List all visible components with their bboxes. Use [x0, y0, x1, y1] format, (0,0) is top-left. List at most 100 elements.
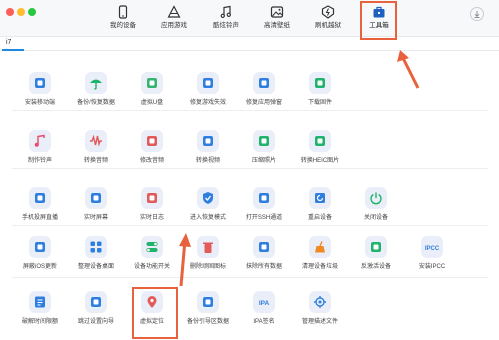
tool-gamepad-repair[interactable]: 修复游戏失效	[180, 72, 236, 120]
tool-video-convert[interactable]: 转换视频	[180, 130, 236, 178]
apps-icon	[167, 5, 181, 18]
tool-audio-edit[interactable]: 修改音频	[124, 130, 180, 178]
tool-boot-backup[interactable]: 备份引导区数据	[180, 291, 236, 339]
erase-icon	[259, 242, 269, 252]
tool-broom[interactable]: 清理设备垃圾	[292, 236, 348, 284]
tab-divider	[0, 50, 499, 51]
app-repair-icon	[259, 78, 269, 88]
tool-clock[interactable]: 破解时间限额	[12, 291, 68, 339]
svg-text:IPCC: IPCC	[425, 246, 439, 252]
tool-deactivate[interactable]: 反激活设备	[348, 236, 404, 284]
trash-icon-tile	[197, 236, 219, 258]
tool-audio-wave[interactable]: 转换音频	[68, 130, 124, 178]
trash-icon	[203, 242, 213, 253]
tool-erase[interactable]: 抹除所有数据	[236, 236, 292, 284]
active-tab-indicator	[2, 49, 24, 51]
nav-apps-games[interactable]: 应用游戏	[148, 0, 200, 37]
nav-wallpapers[interactable]: 高清壁纸	[251, 0, 303, 37]
terminal-icon	[259, 193, 269, 203]
audio-wave-icon	[90, 134, 102, 147]
ipcc-icon: IPCC	[425, 246, 439, 252]
toggle-icon	[146, 242, 158, 252]
tool-ringtone[interactable]: 制作铃声	[12, 130, 68, 178]
compress-photo-icon-tile	[253, 130, 275, 152]
nav-label: 酷炫铃声	[213, 22, 239, 29]
nav-flash-jailbreak[interactable]: 刷机越狱	[302, 0, 354, 37]
device-tab-i7[interactable]: i7	[6, 38, 11, 48]
audio-wave-icon-tile	[85, 130, 107, 152]
ringtone-icon	[34, 134, 45, 147]
shield-icon-tile	[197, 187, 219, 209]
music-note-icon	[220, 5, 231, 18]
tool-install-mobile[interactable]: 安装移动端	[12, 72, 68, 120]
tool-live-screen[interactable]: 实时屏幕	[68, 187, 124, 235]
tool-live-log[interactable]: 实时日志	[124, 187, 180, 235]
gamepad-repair-icon-tile	[197, 72, 219, 94]
deactivate-icon	[371, 242, 381, 252]
annotation-arrow-bottom	[179, 233, 191, 287]
app-repair-icon-tile	[253, 72, 275, 94]
tool-app-repair[interactable]: 修复应用弹窗	[236, 72, 292, 120]
power-icon	[370, 192, 382, 205]
tool-label: 管理描述文件	[301, 319, 338, 325]
tool-restart[interactable]: 重启设备	[292, 187, 348, 235]
tool-ipa[interactable]: IPA IPA签名	[236, 291, 292, 339]
tool-label: 安装IPCC	[418, 264, 446, 270]
title-bar: 我的设备 应用游戏 酷炫铃声 高清壁纸 刷机越狱 工具箱	[0, 0, 499, 37]
toolbox-highlight-frame	[360, 1, 397, 40]
tool-label: 关闭设备	[363, 215, 388, 221]
gear-icon-tile	[309, 291, 331, 313]
screen-mirror-icon-tile	[29, 187, 51, 209]
tool-skip-setup[interactable]: 跳过设置向导	[68, 291, 124, 339]
ipa-icon: IPA	[259, 300, 270, 307]
broom-icon-tile	[309, 236, 331, 258]
heic-convert-icon	[315, 136, 325, 146]
tool-heic-convert[interactable]: 转换HEIC图片	[292, 130, 348, 178]
gamepad-repair-icon	[203, 78, 213, 88]
nav-label: 我的设备	[110, 22, 136, 29]
nav-label: 应用游戏	[161, 22, 187, 29]
nav-label: 刷机越狱	[315, 22, 341, 29]
tool-usb-drive[interactable]: 虚拟U盘	[124, 72, 180, 120]
annotation-arrow-top	[397, 50, 420, 89]
tool-terminal[interactable]: 打开SSH通道	[236, 187, 292, 235]
live-screen-icon-tile	[85, 187, 107, 209]
tool-power[interactable]: 关闭设备	[348, 187, 404, 235]
shield-icon	[203, 192, 213, 204]
audio-edit-icon-tile	[141, 130, 163, 152]
skip-setup-icon-tile	[85, 291, 107, 313]
nav-my-device[interactable]: 我的设备	[97, 0, 149, 37]
tool-grid[interactable]: 整理设备桌面	[68, 236, 124, 284]
ipcc-icon-tile: IPCC	[421, 236, 443, 258]
zoom-window-button[interactable]	[28, 8, 36, 16]
tool-gear[interactable]: 管理描述文件	[292, 291, 348, 339]
install-mobile-icon	[35, 78, 45, 88]
download-manager-button[interactable]	[470, 7, 484, 21]
tool-ipcc[interactable]: IPCC 安装IPCC	[404, 236, 460, 284]
usb-drive-icon-tile	[141, 72, 163, 94]
tool-screen-mirror[interactable]: 手机投屏直播	[12, 187, 68, 235]
tool-label: 转换HEIC图片	[300, 158, 340, 164]
toggle-icon-tile	[141, 236, 163, 258]
tool-compress-photo[interactable]: 压缩照片	[236, 130, 292, 178]
close-window-button[interactable]	[6, 8, 14, 16]
gear-icon	[314, 296, 326, 308]
tool-toggle[interactable]: 设备功能开关	[124, 236, 180, 284]
install-mobile-icon-tile	[29, 72, 51, 94]
compress-photo-icon	[259, 136, 269, 146]
live-log-icon	[147, 193, 157, 203]
tool-shield[interactable]: 进入恢复模式	[180, 187, 236, 235]
tool-download-firmware[interactable]: 下载固件	[292, 72, 348, 120]
skip-setup-icon	[91, 297, 101, 307]
umbrella-icon-tile	[85, 72, 107, 94]
nav-label: 高清壁纸	[264, 22, 290, 29]
wallpaper-icon	[270, 6, 284, 18]
minimize-window-button[interactable]	[17, 8, 25, 16]
boot-backup-icon-tile	[197, 291, 219, 313]
tool-umbrella[interactable]: 备份/恢复数据	[68, 72, 124, 120]
svg-text:IPA: IPA	[259, 300, 270, 307]
screen-mirror-icon	[35, 193, 45, 203]
umbrella-icon	[90, 79, 102, 90]
tool-block-update[interactable]: 屏蔽iOS更新	[12, 236, 68, 284]
nav-ringtones[interactable]: 酷炫铃声	[200, 0, 252, 37]
